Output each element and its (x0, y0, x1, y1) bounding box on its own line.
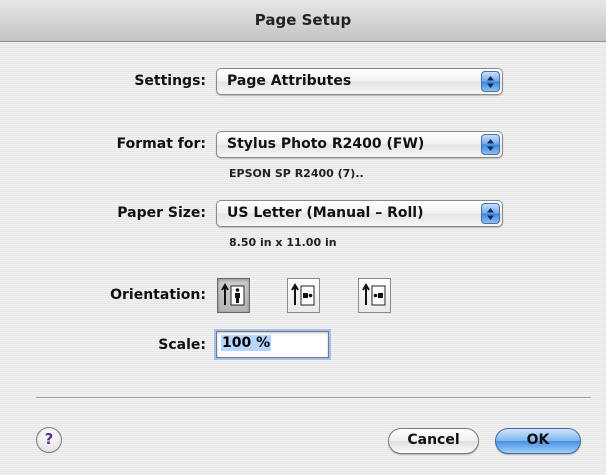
cancel-button[interactable]: Cancel (388, 428, 479, 454)
settings-popup[interactable]: Page Attributes (216, 68, 503, 95)
paper-dimensions: 8.50 in x 11.00 in (229, 236, 337, 249)
paper-size-label: Paper Size: (117, 205, 206, 221)
format-for-value: Stylus Photo R2400 (FW) (227, 136, 425, 152)
scale-input[interactable]: 100 % (216, 331, 329, 358)
window-title: Page Setup (0, 0, 606, 42)
orientation-label: Orientation: (110, 287, 206, 303)
settings-label: Settings: (134, 73, 206, 89)
orientation-landscape-left-button[interactable] (287, 278, 320, 313)
settings-value: Page Attributes (227, 73, 352, 89)
popup-arrows-icon (481, 203, 500, 224)
paper-size-popup[interactable]: US Letter (Manual – Roll) (216, 200, 503, 227)
printer-detail: EPSON SP R2400 (7).. (229, 167, 364, 180)
scale-label: Scale: (158, 337, 206, 353)
paper-size-value: US Letter (Manual – Roll) (227, 205, 424, 221)
ok-button[interactable]: OK (495, 428, 581, 454)
orientation-landscape-right-button[interactable] (358, 278, 391, 313)
scale-value: 100 % (221, 335, 272, 351)
format-for-label: Format for: (116, 136, 206, 152)
format-for-popup[interactable]: Stylus Photo R2400 (FW) (216, 131, 503, 158)
landscape-right-person-icon (362, 283, 386, 306)
orientation-portrait-button[interactable] (217, 278, 250, 313)
landscape-left-person-icon (291, 283, 315, 306)
help-button[interactable]: ? (36, 427, 62, 453)
separator (36, 397, 591, 399)
portrait-person-icon (221, 283, 245, 306)
popup-arrows-icon (481, 71, 500, 92)
popup-arrows-icon (481, 134, 500, 155)
page-setup-dialog: Page Setup Settings: Page Attributes For… (0, 0, 606, 475)
